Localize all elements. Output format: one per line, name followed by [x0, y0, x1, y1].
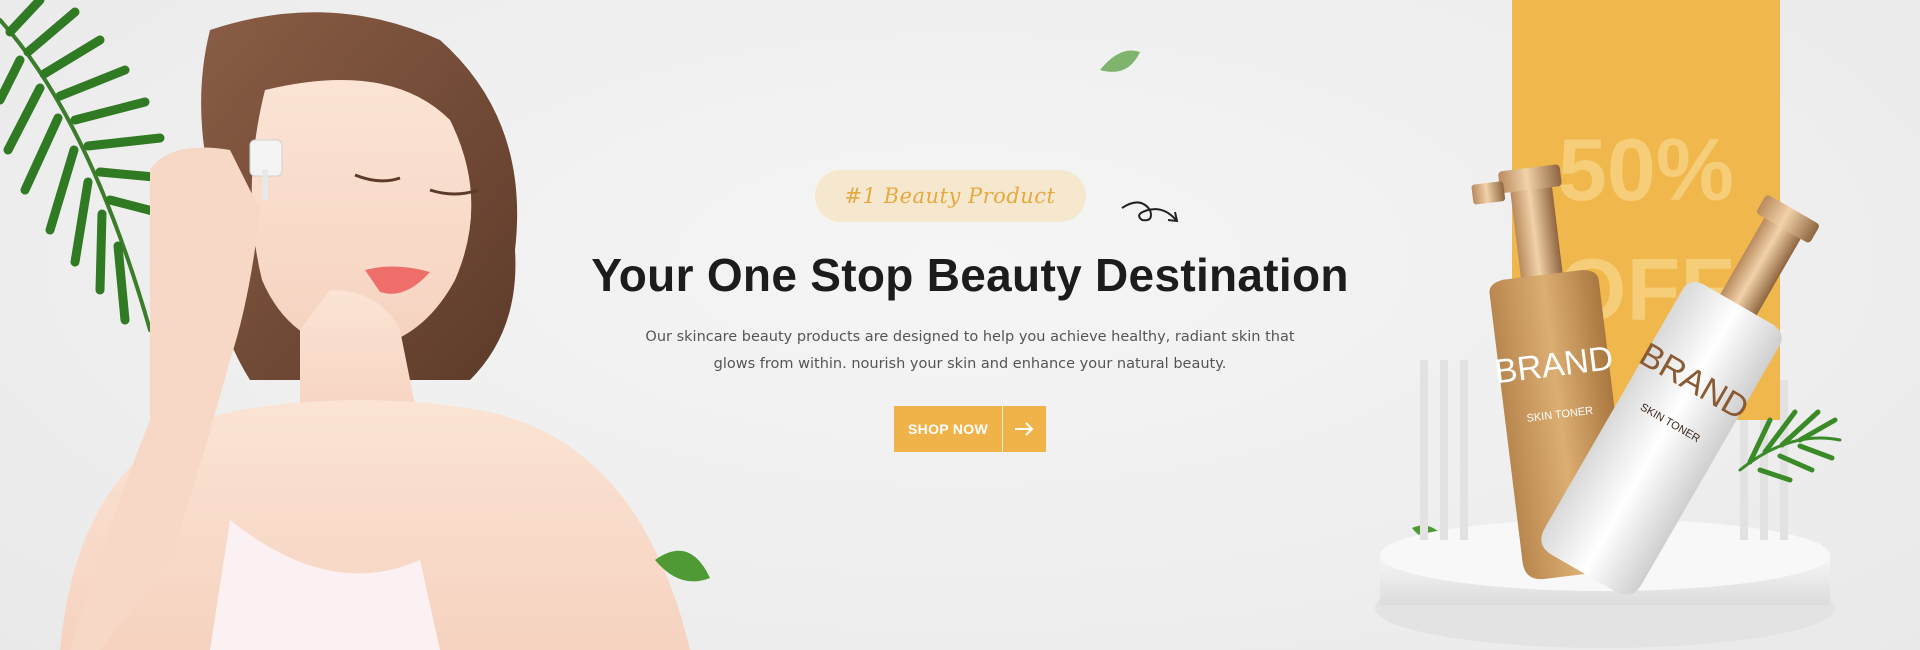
shop-now-button[interactable]: SHOP NOW [894, 406, 1046, 452]
hero-description: Our skincare beauty products are designe… [645, 329, 1295, 372]
hero-badge: #1 Beauty Product [814, 170, 1086, 222]
shop-now-label: SHOP NOW [908, 421, 988, 437]
hero-title: Your One Stop Beauty Destination [591, 249, 1349, 301]
hero-banner: 50% OFF BRAND SKIN TONER BRAND SKIN TONE… [0, 0, 1920, 650]
arrow-right-icon [1001, 406, 1046, 452]
promo-discount: 50% [1558, 120, 1734, 219]
palm-leaf-left-decoration [0, 0, 173, 332]
hero-content: #1 Beauty Product Your One Stop Beauty D… [540, 170, 1400, 452]
palm-leaf-right-decoration [1738, 409, 1842, 483]
curly-arrow-icon [1121, 201, 1179, 223]
